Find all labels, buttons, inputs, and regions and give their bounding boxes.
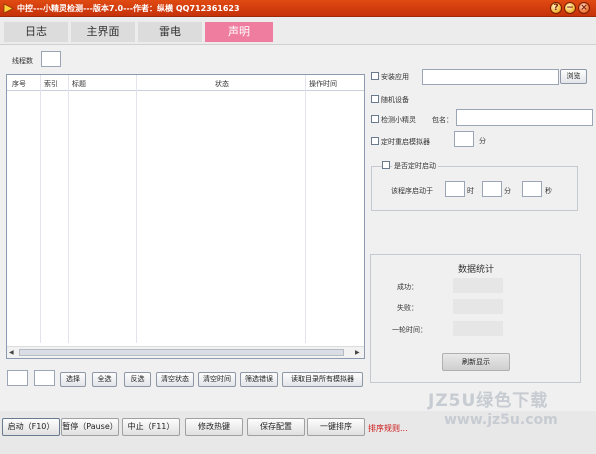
column-header-index[interactable]: 索引 xyxy=(44,79,58,89)
success-count xyxy=(453,278,503,293)
stop-button[interactable]: 中止（F11） xyxy=(122,418,180,436)
column-header-status[interactable]: 状态 xyxy=(215,79,229,89)
success-label: 成功： xyxy=(397,283,418,291)
refresh-display-button[interactable]: 刷新显示 xyxy=(442,353,510,371)
save-config-button[interactable]: 保存配置 xyxy=(247,418,305,436)
horizontal-scrollbar[interactable]: ◀ ▶ xyxy=(7,346,364,358)
column-divider xyxy=(40,75,41,343)
pause-button[interactable]: 暂停（Pause） xyxy=(61,418,119,436)
threads-input[interactable] xyxy=(41,51,61,67)
timed-restart-checkbox[interactable] xyxy=(371,137,379,145)
filter-errors-button[interactable]: 筛选错误 xyxy=(240,372,278,387)
schedule-second-input[interactable] xyxy=(522,181,542,197)
column-header-no[interactable]: 序号 xyxy=(12,79,26,89)
one-click-sort-button[interactable]: 一键排序 xyxy=(307,418,365,436)
detect-sprite-checkbox[interactable] xyxy=(371,115,379,123)
range-start-input[interactable] xyxy=(7,370,28,386)
column-divider xyxy=(305,75,306,343)
watermark-line2: www.jz5u.com xyxy=(444,412,558,428)
threads-label: 线程数 xyxy=(12,57,33,65)
range-end-input[interactable] xyxy=(34,370,55,386)
site-watermark: JZ5U绿色下载 www.jz5u.com xyxy=(428,386,594,450)
schedule-minute-input[interactable] xyxy=(482,181,502,197)
select-button[interactable]: 选择 xyxy=(60,372,86,387)
timed-restart-minutes-input[interactable] xyxy=(454,131,474,147)
package-name-label: 包名： xyxy=(432,116,453,124)
scroll-left-icon[interactable]: ◀ xyxy=(9,349,14,356)
scroll-right-icon[interactable]: ▶ xyxy=(355,349,360,356)
install-app-label: 安装应用 xyxy=(381,73,409,81)
timed-restart-unit: 分 xyxy=(479,137,486,145)
modify-hotkey-button[interactable]: 修改热键 xyxy=(185,418,243,436)
round-time-value xyxy=(453,321,503,336)
watermark-line1: JZ5U绿色下载 xyxy=(428,391,549,411)
schedule-hour-unit: 时 xyxy=(467,187,474,195)
help-icon[interactable]: ? xyxy=(550,2,562,14)
random-device-label: 随机设备 xyxy=(381,96,409,104)
schedule-start-checkbox[interactable] xyxy=(382,161,390,169)
fail-count xyxy=(453,299,503,314)
main-panel: 线程数 序号 索引 标题 状态 操作时间 ◀ ▶ 选择 全选 反选 清空状态 清… xyxy=(0,45,596,411)
title-bar: 中控---小精灵检测---版本7.0---作者：纵横 QQ712361623 ?… xyxy=(0,0,596,17)
select-all-button[interactable]: 全选 xyxy=(92,372,117,387)
invert-selection-button[interactable]: 反选 xyxy=(124,372,151,387)
column-header-time[interactable]: 操作时间 xyxy=(309,79,337,89)
browse-button[interactable]: 浏览 xyxy=(560,69,587,84)
tab-leidian[interactable]: 雷电 xyxy=(138,22,202,42)
schedule-minute-unit: 分 xyxy=(504,187,511,195)
tab-bar: 日志 主界面 雷电 声明 xyxy=(0,17,596,45)
random-device-checkbox[interactable] xyxy=(371,95,379,103)
stats-title: 数据统计 xyxy=(458,265,495,275)
tab-statement[interactable]: 声明 xyxy=(205,22,273,42)
column-divider xyxy=(136,75,137,343)
column-divider xyxy=(68,75,69,343)
column-header-title[interactable]: 标题 xyxy=(72,79,86,89)
window-title: 中控---小精灵检测---版本7.0---作者：纵横 QQ712361623 xyxy=(17,4,240,13)
schedule-start-label: 是否定时启动 xyxy=(392,161,438,171)
timed-restart-label: 定时重启模拟器 xyxy=(381,138,430,146)
fail-label: 失败： xyxy=(397,304,418,312)
table-header: 序号 索引 标题 状态 操作时间 xyxy=(7,75,364,91)
read-all-emulators-button[interactable]: 读取目录所有模拟器 xyxy=(282,372,363,387)
package-name-input[interactable] xyxy=(456,109,593,126)
round-time-label: 一轮时间： xyxy=(392,326,427,334)
schedule-prefix-label: 该程序启动于 xyxy=(391,187,433,195)
install-app-path-input[interactable] xyxy=(422,69,559,85)
tab-main[interactable]: 主界面 xyxy=(71,22,135,42)
tab-log[interactable]: 日志 xyxy=(4,22,68,42)
schedule-hour-input[interactable] xyxy=(445,181,465,197)
device-table[interactable]: 序号 索引 标题 状态 操作时间 ◀ ▶ xyxy=(6,74,365,359)
scrollbar-thumb[interactable] xyxy=(19,349,344,356)
start-button[interactable]: 启动（F10） xyxy=(2,418,60,436)
close-icon[interactable]: × xyxy=(578,2,590,14)
clear-status-button[interactable]: 清空状态 xyxy=(156,372,194,387)
sort-rule-text: 排序规则... xyxy=(368,424,408,433)
schedule-second-unit: 秒 xyxy=(545,187,552,195)
app-logo-icon xyxy=(3,3,14,14)
install-app-checkbox[interactable] xyxy=(371,72,379,80)
detect-sprite-label: 检测小精灵 xyxy=(381,116,416,124)
clear-time-button[interactable]: 清空时间 xyxy=(198,372,236,387)
minimize-icon[interactable]: − xyxy=(564,2,576,14)
